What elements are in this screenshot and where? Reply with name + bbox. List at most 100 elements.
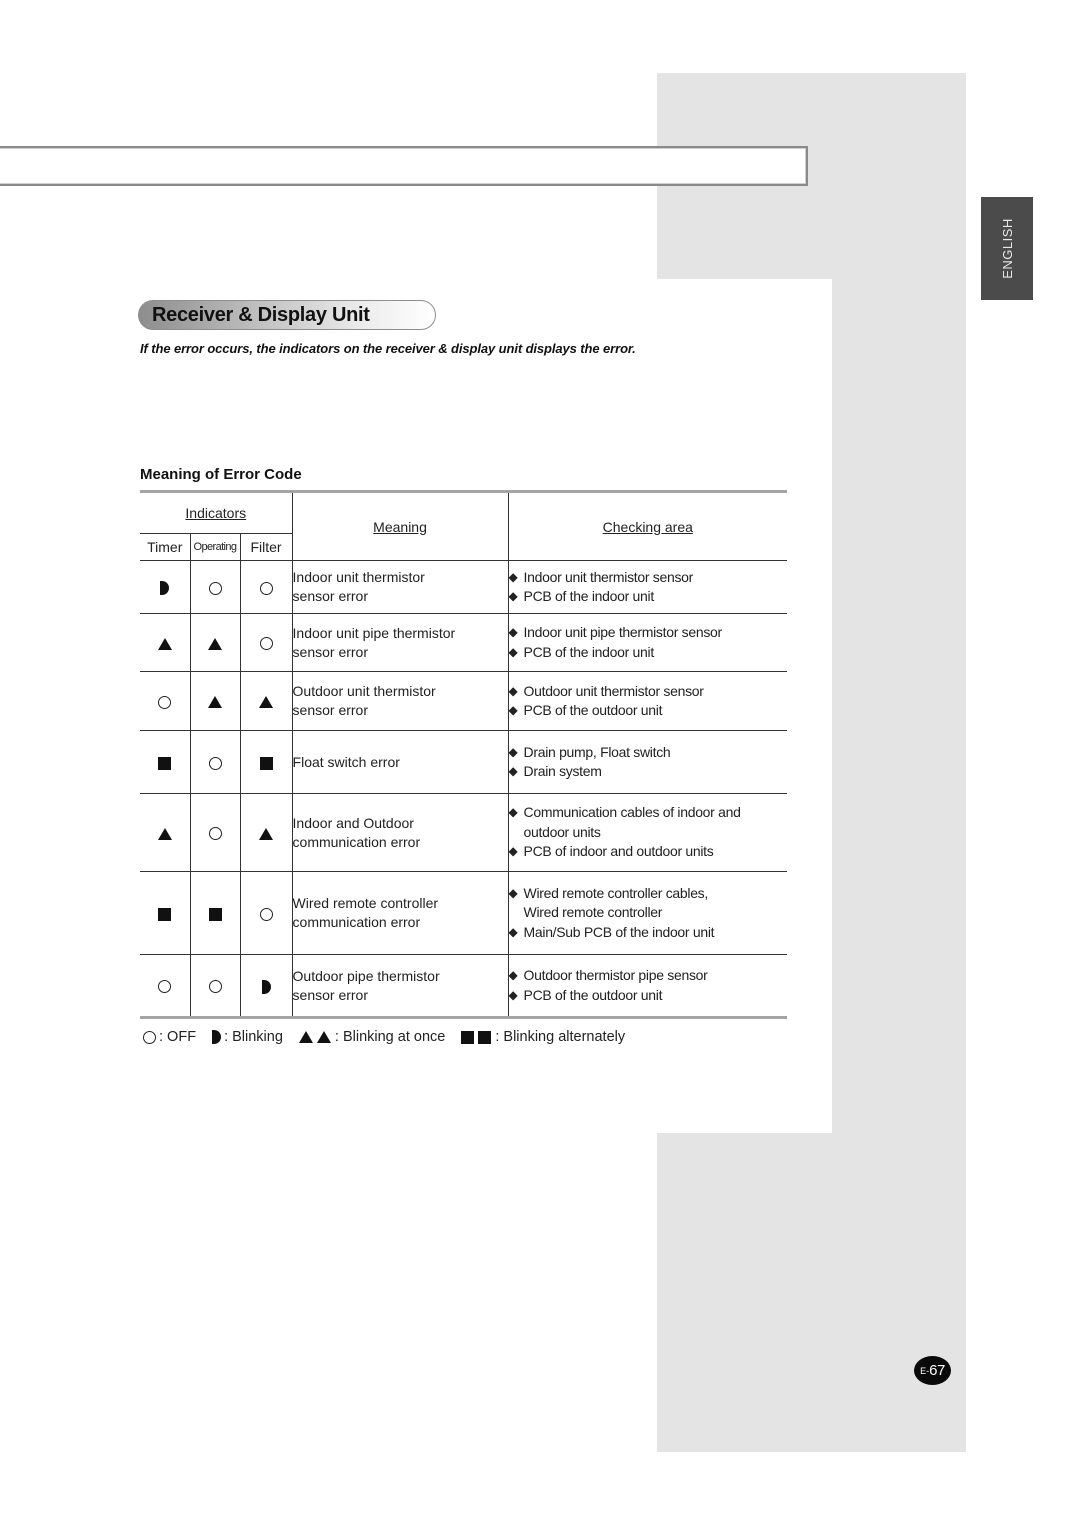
indicator-filter [240,793,293,872]
meaning-line: Outdoor pipe thermistor [292,967,440,984]
square-icon [158,907,172,921]
diamond-bullet-icon: ◆ [508,683,518,698]
circle-outline-icon [143,1030,156,1044]
page-margin-shade-right [832,279,966,1133]
checking-item: outdoor units [509,823,788,843]
triangle-icon [208,637,222,650]
checking-item-text: PCB of indoor and outdoor units [523,843,714,860]
diamond-bullet-icon: ◆ [508,764,518,778]
checking-item: ◆ PCB of indoor and outdoor units [509,842,788,862]
diamond-bullet-icon: ◆ [508,569,518,584]
table-heading: Meaning of Error Code [140,466,302,483]
half-circle-icon [261,979,271,994]
header-timer: Timer [140,533,191,561]
meaning-line: sensor error [292,986,368,1003]
indicator-filter [240,954,293,1018]
diamond-bullet-icon: ◆ [508,987,518,1002]
checking-item-text: PCB of the outdoor unit [523,702,663,718]
page-number: 67 [929,1362,945,1379]
checking-item-text: Outdoor unit thermistor sensor [523,682,704,699]
table-row: Outdoor unit thermistor sensor error ◆ Outd… [140,671,788,731]
table-row: Indoor unit thermistor sensor error ◆ Indoo… [140,560,788,614]
indicator-filter [240,730,293,794]
indicator-operating [190,613,241,672]
indicator-timer [140,793,191,872]
meaning-line: sensor error [292,588,368,604]
circle-outline-icon [208,581,222,595]
checking-item: ◆ Drain pump, Float switch [509,743,788,763]
checking-item-text: Wired remote controller [523,904,663,921]
section-heading: Receiver & Display Unit [138,300,436,330]
triangle-icon [259,696,274,709]
page-number-prefix: E- [920,1365,930,1376]
triangle-icon [298,1031,313,1043]
half-circle-icon [160,581,170,596]
header-filter: Filter [240,533,293,561]
indicator-timer [140,560,191,614]
checking-item: ◆ Outdoor unit thermistor sensor [509,682,788,702]
circle-outline-icon [158,695,172,709]
meaning-cell: Wired remote controller communication err… [292,871,509,955]
checking-cell: ◆ Communication cables of indoor and outdo… [508,793,788,872]
checking-item-text: outdoor units [523,823,601,840]
section-title: Receiver & Display Unit [152,303,370,326]
indicator-operating [190,671,241,731]
indicator-timer [140,954,191,1018]
square-icon [208,907,222,921]
meaning-cell: Outdoor unit thermistor sensor error [292,671,509,731]
diamond-bullet-icon: ◆ [508,968,518,982]
checking-item: ◆ Indoor unit thermistor sensor [509,568,788,588]
checking-cell: ◆ Drain pump, Float switch ◆ Drain system [508,730,788,794]
indicator-timer [140,671,191,731]
square-icon [158,756,172,770]
table-row: Indoor and Outdoor communication error ◆ Co… [140,793,788,872]
meaning-line: Indoor unit pipe thermistor [292,624,456,641]
indicator-filter [240,671,293,731]
checking-item: ◆ PCB of the outdoor unit [509,701,788,721]
meaning-line: communication error [292,914,421,930]
circle-outline-icon [259,637,273,651]
circle-outline-icon [208,980,222,994]
meaning-line: sensor error [292,643,368,660]
meaning-cell: Float switch error [292,730,509,794]
checking-cell: ◆ Indoor unit pipe thermistor sensor ◆ PCB … [508,613,788,672]
meaning-line: Indoor unit thermistor [292,569,425,585]
circle-outline-icon [259,581,273,595]
square-icon [461,1030,475,1044]
diamond-bullet-icon: ◆ [508,589,518,603]
indicator-timer [140,613,191,672]
diamond-bullet-icon: ◆ [508,844,518,859]
diamond-bullet-icon: ◆ [508,644,518,659]
checking-item-text: Communication cables of indoor and [523,804,741,821]
circle-outline-icon [259,907,273,921]
checking-item-text: Indoor unit thermistor sensor [523,568,694,585]
language-tab-label: ENGLISH [999,218,1015,279]
indicator-filter [240,613,293,672]
meaning-line: communication error [292,833,421,850]
diamond-bullet-icon: ◆ [508,805,518,820]
square-icon [259,756,273,770]
circle-outline-icon [158,980,172,994]
legend-blinking: : Blinking [212,1029,283,1045]
table-row: Outdoor pipe thermistor sensor error ◆ Outd… [140,954,788,1018]
indicator-operating [190,793,241,872]
triangle-icon [157,637,172,650]
triangle-icon [259,827,274,840]
square-icon [478,1030,492,1044]
indicator-operating [190,954,241,1018]
checking-cell: ◆ Outdoor unit thermistor sensor ◆ PCB of t… [508,671,788,731]
checking-item-text: Main/Sub PCB of the indoor unit [523,923,715,940]
legend-blinking-alternately: : Blinking alternately [461,1029,625,1045]
checking-item: ◆ PCB of the indoor unit [509,587,788,607]
page-number-badge: E- 67 [914,1356,951,1385]
meaning-cell: Indoor unit pipe thermistor sensor error [292,613,509,672]
intro-text: If the error occurs, the indicators on t… [140,341,636,356]
checking-item: ◆ Indoor unit pipe thermistor sensor [509,623,788,643]
meaning-line: sensor error [292,702,368,718]
header-checking-area: Checking area [602,518,693,535]
page-margin-shade-bottom [657,1133,966,1452]
meaning-line: Outdoor unit thermistor [292,683,436,699]
header-operating: Operating [190,533,241,561]
indicator-filter [240,560,293,614]
checking-item-text: PCB of the indoor unit [523,588,655,604]
